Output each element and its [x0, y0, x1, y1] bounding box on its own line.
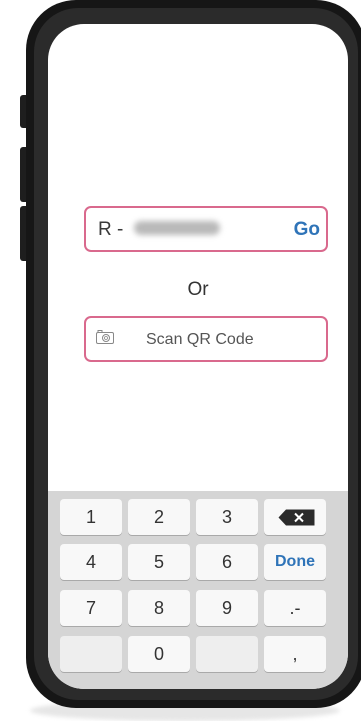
camera-icon — [96, 330, 114, 344]
reference-input[interactable]: R - Go — [84, 206, 328, 252]
backspace-icon — [278, 509, 315, 526]
key-4[interactable]: 4 — [60, 544, 122, 580]
phone-bezel: R - Go Or Scan QR Code 1 2 3 4 5 6 Done … — [34, 8, 358, 700]
key-0[interactable]: 0 — [128, 636, 190, 672]
blank-key-left — [60, 636, 122, 672]
go-button[interactable]: Go — [294, 219, 320, 241]
done-key[interactable]: Done — [264, 544, 326, 580]
key-7[interactable]: 7 — [60, 590, 122, 626]
numeric-keypad: 1 2 3 4 5 6 Done 7 8 9 .- 0 , — [48, 491, 348, 689]
blank-key-right — [196, 636, 258, 672]
separator-text: Or — [187, 279, 209, 300]
key-9[interactable]: 9 — [196, 590, 258, 626]
phone-screen: R - Go Or Scan QR Code 1 2 3 4 5 6 Done … — [48, 24, 348, 689]
reference-prefix: R - — [98, 219, 124, 240]
phone-frame: R - Go Or Scan QR Code 1 2 3 4 5 6 Done … — [26, 0, 361, 708]
key-3[interactable]: 3 — [196, 499, 258, 535]
key-8[interactable]: 8 — [128, 590, 190, 626]
backspace-key[interactable] — [264, 499, 326, 535]
key-6[interactable]: 6 — [196, 544, 258, 580]
comma-key[interactable]: , — [264, 636, 326, 672]
scan-qr-label: Scan QR Code — [146, 331, 254, 348]
key-5[interactable]: 5 — [128, 544, 190, 580]
key-1[interactable]: 1 — [60, 499, 122, 535]
punctuation-key[interactable]: .- — [264, 590, 326, 626]
key-2[interactable]: 2 — [128, 499, 190, 535]
reference-number-redacted — [134, 221, 220, 235]
scan-qr-button[interactable]: Scan QR Code — [84, 316, 328, 362]
